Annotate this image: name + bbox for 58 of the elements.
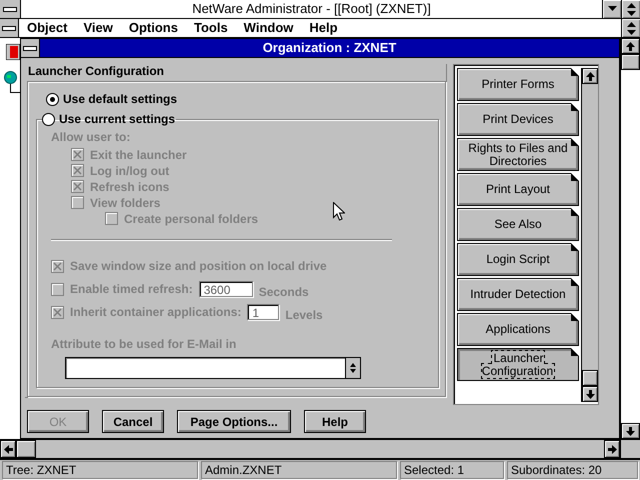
page-tab[interactable]: Print Layout xyxy=(457,173,579,206)
email-attribute-dropdown[interactable] xyxy=(65,357,361,379)
status-field: Tree: ZXNET xyxy=(2,461,198,479)
up-down-triangle-icon xyxy=(626,22,636,34)
checkbox-label: Inherit container applications: xyxy=(70,305,242,319)
menu-item[interactable]: View xyxy=(75,19,121,37)
up-down-triangle-icon xyxy=(626,2,636,16)
radio-label: Use current settings xyxy=(59,112,176,126)
minimize-button[interactable] xyxy=(602,0,621,18)
radio-button[interactable] xyxy=(42,112,55,126)
page-tab[interactable]: See Also xyxy=(457,208,579,241)
checkbox-label: Create personal folders xyxy=(124,212,258,226)
page-title: Launcher Configuration xyxy=(27,64,165,78)
restore-button[interactable] xyxy=(621,19,640,37)
window-title: Organization : ZXNET xyxy=(262,39,398,57)
radio-label: Use default settings xyxy=(63,92,178,106)
page-tab[interactable]: Intruder Detection xyxy=(457,278,579,311)
menu-item[interactable]: Tools xyxy=(186,19,236,37)
system-menu-button[interactable] xyxy=(0,0,21,18)
scroll-thumb[interactable] xyxy=(621,54,640,70)
menu-item[interactable]: Window xyxy=(236,19,302,37)
scroll-thumb[interactable] xyxy=(582,370,598,386)
field-label: Attribute to be used for E-Mail in xyxy=(51,337,236,351)
document-menu-button[interactable] xyxy=(0,19,19,37)
dialog-button[interactable]: Page Options... xyxy=(177,410,291,433)
page-tab[interactable]: Print Devices xyxy=(457,103,579,136)
checkbox-label: Refresh icons xyxy=(90,180,170,194)
up-down-triangle-icon xyxy=(349,362,357,374)
checkbox-label: View folders xyxy=(90,196,160,210)
toolbox-icon[interactable] xyxy=(6,44,20,60)
status-field: Selected: 1 xyxy=(400,461,504,479)
menu-item[interactable]: Object xyxy=(19,19,76,37)
checkbox-label: Enable timed refresh: xyxy=(70,282,193,296)
menu-item[interactable]: Options xyxy=(120,19,186,37)
dialog-button[interactable]: Cancel xyxy=(102,410,164,433)
status-field: Subordinates: 20 xyxy=(507,461,638,479)
page-tab[interactable]: Rights to Files and Directories xyxy=(457,138,579,171)
menu-item[interactable]: Help xyxy=(301,19,346,37)
dialog-button[interactable]: Help xyxy=(304,410,366,433)
globe-icon[interactable] xyxy=(4,71,17,84)
checkbox-label: Save window size and position on local drive xyxy=(70,259,327,273)
page-tab[interactable]: Printer Forms xyxy=(457,68,579,101)
scroll-thumb[interactable] xyxy=(16,440,36,458)
window-title: NetWare Administrator - [[Root] (ZXNET)] xyxy=(191,0,432,18)
unit-label: Seconds xyxy=(258,284,309,298)
page-tab[interactable]: Login Script xyxy=(457,243,579,276)
down-triangle-icon xyxy=(608,6,616,12)
checkbox-label: Log in/log out xyxy=(90,164,170,178)
group-label: Allow user to: xyxy=(51,130,130,144)
status-field: Admin.ZXNET xyxy=(201,461,397,479)
checkbox-label: Exit the launcher xyxy=(90,148,187,162)
page-tab[interactable]: Launcher Configuration xyxy=(457,348,579,381)
mouse-pointer-icon xyxy=(333,202,345,221)
system-menu-button[interactable] xyxy=(21,39,40,57)
radio-button[interactable] xyxy=(46,92,59,106)
page-tab[interactable]: Applications xyxy=(457,313,579,346)
unit-label: Levels xyxy=(285,308,323,322)
restore-button[interactable] xyxy=(621,0,640,18)
